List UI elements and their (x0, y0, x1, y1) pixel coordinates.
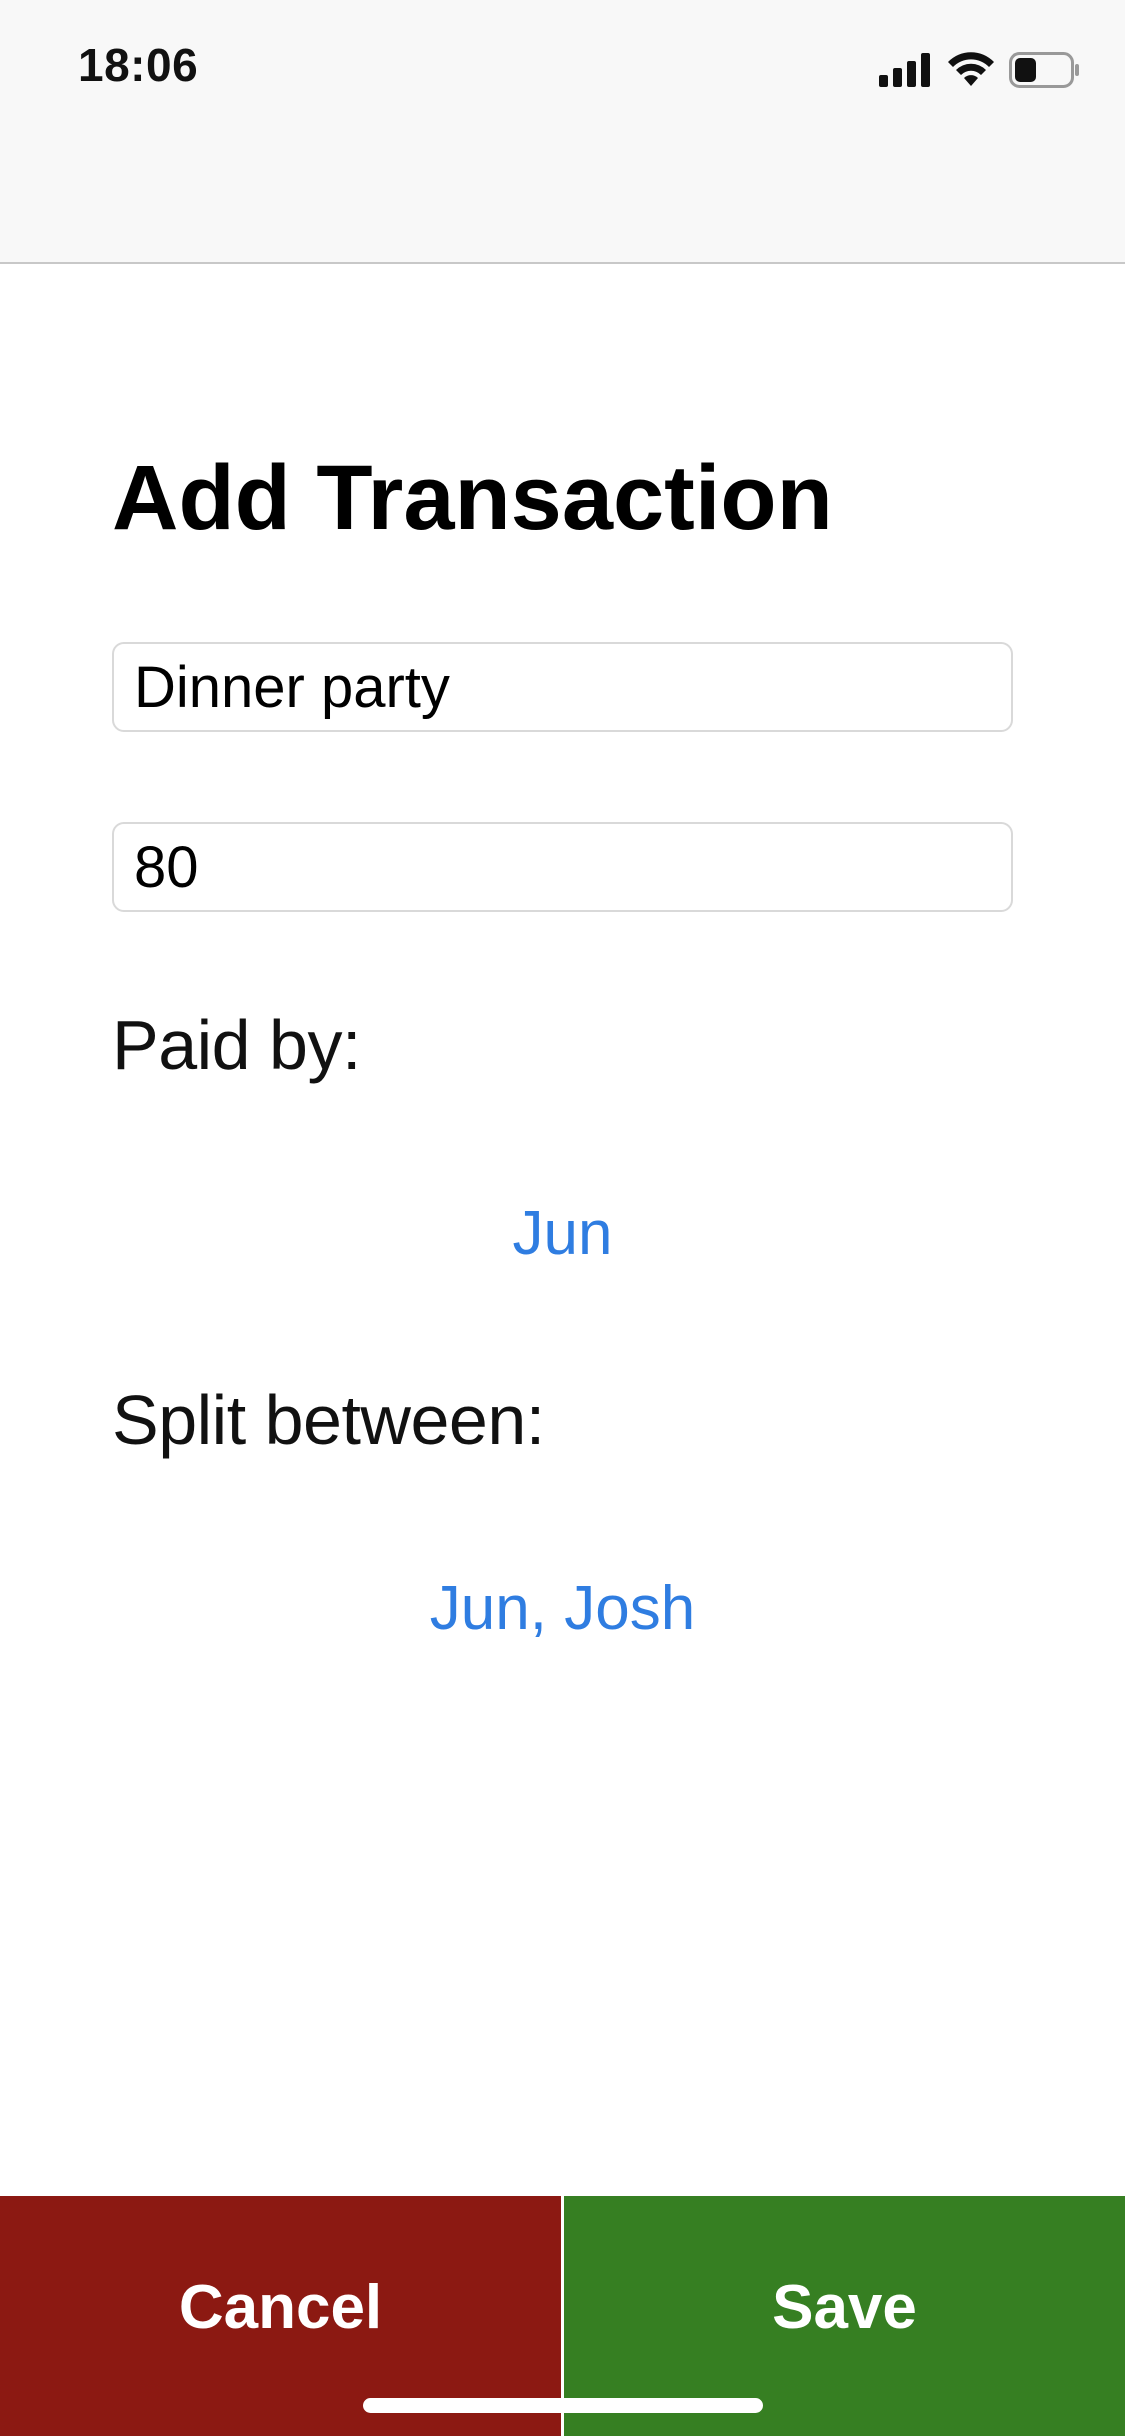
wifi-icon (947, 52, 995, 88)
split-between-selector[interactable]: Jun, Josh (0, 1573, 1125, 1644)
paid-by-label: Paid by: (112, 1006, 361, 1084)
status-icons (879, 48, 1081, 92)
home-indicator[interactable] (363, 2398, 763, 2413)
split-between-label: Split between: (112, 1381, 545, 1459)
paid-by-selector[interactable]: Jun (0, 1198, 1125, 1269)
status-time: 18:06 (78, 39, 199, 91)
cellular-signal-icon (879, 53, 933, 87)
battery-icon (1009, 52, 1081, 88)
status-bar: 18:06 (0, 0, 1125, 264)
amount-input[interactable] (112, 822, 1013, 912)
page-title: Add Transaction (112, 447, 833, 549)
add-transaction-screen: 18:06 Add Transaction Dinner party 80 Pa… (0, 0, 1125, 2436)
description-input[interactable] (112, 642, 1013, 732)
